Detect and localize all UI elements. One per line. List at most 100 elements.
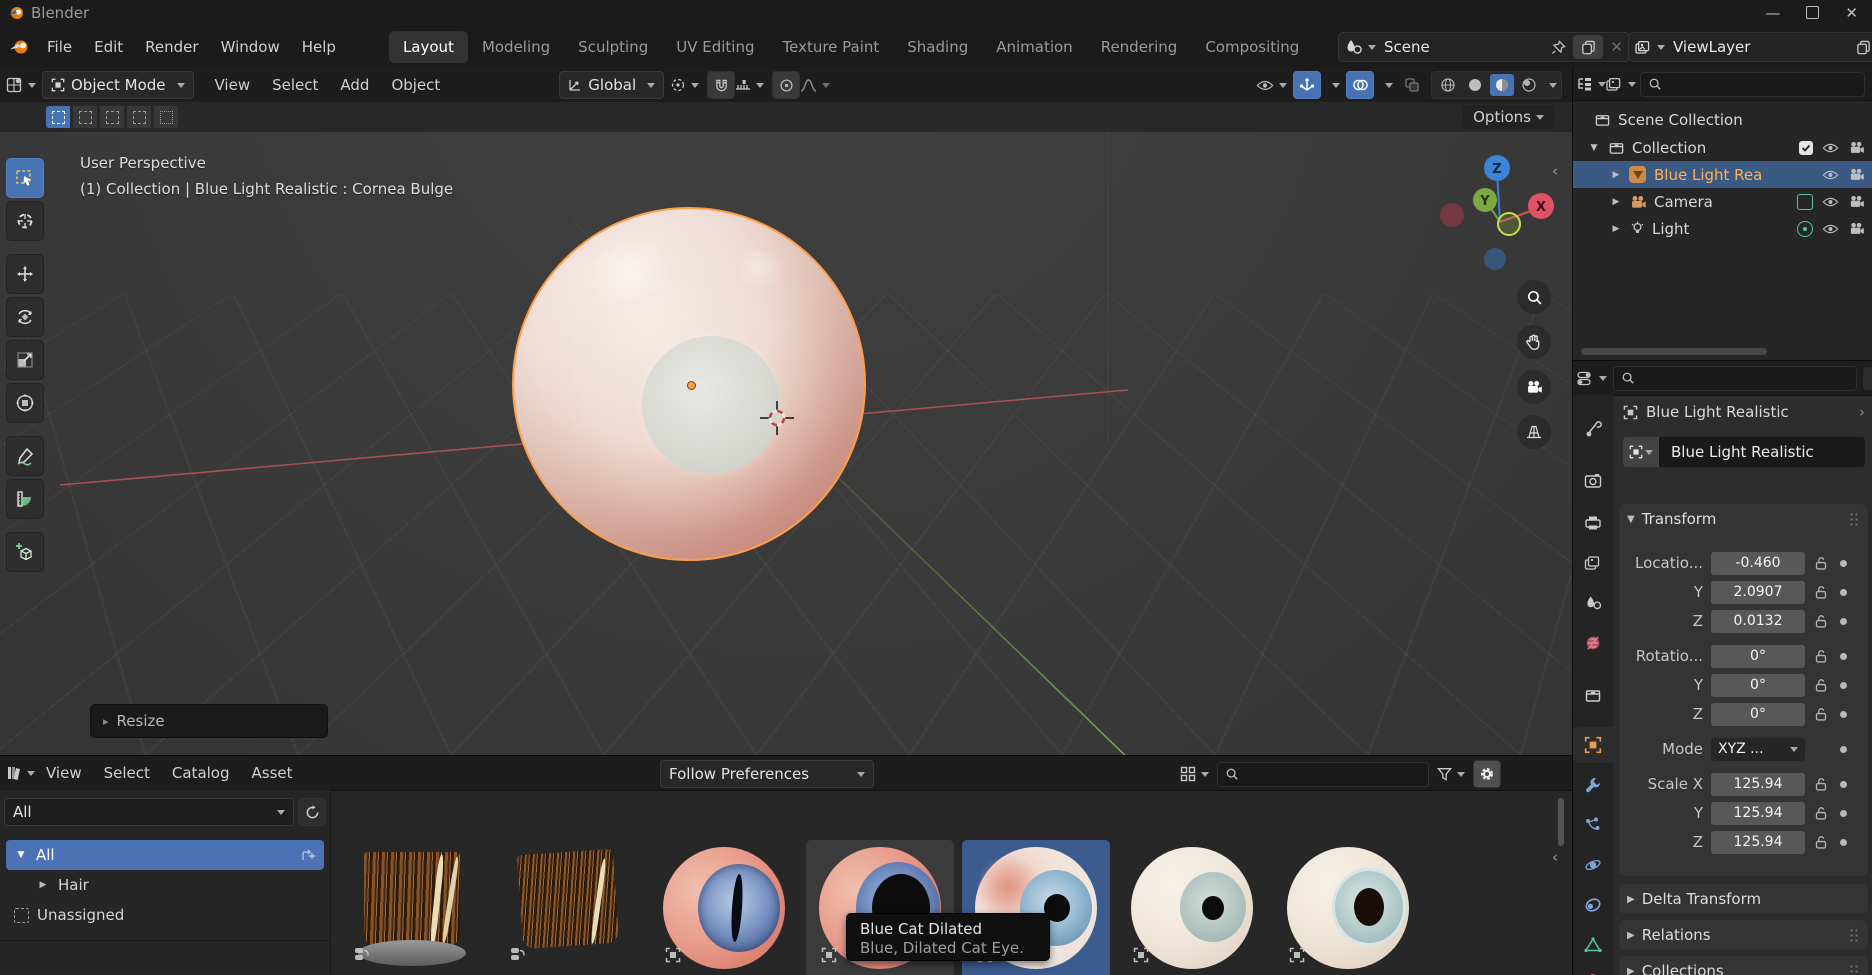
tab-modeling[interactable]: Modeling	[468, 31, 564, 63]
asset-item-blue-light-simple[interactable]: Blue Light Simple	[1118, 840, 1266, 975]
animate-dot[interactable]	[1840, 810, 1847, 817]
animate-dot[interactable]	[1840, 653, 1847, 660]
sidebar-collapse-chevron[interactable]: ‹	[1552, 162, 1558, 180]
asset-search-field[interactable]	[1217, 762, 1429, 787]
rot-x-field[interactable]: 0°	[1711, 645, 1805, 668]
tab-sculpting[interactable]: Sculpting	[564, 31, 662, 63]
outliner-row-camera[interactable]: ▶ Camera	[1573, 188, 1872, 215]
scale-x-field[interactable]: 125.94	[1711, 773, 1805, 796]
proportional-edit-button[interactable]	[772, 71, 800, 99]
tab-collection-props[interactable]	[1573, 677, 1613, 713]
catalog-filter-dropdown[interactable]: All	[4, 798, 294, 826]
properties-search-field[interactable]	[1613, 366, 1857, 391]
tab-compositing[interactable]: Compositing	[1191, 31, 1313, 63]
gizmo-axis-neg-z[interactable]	[1484, 248, 1506, 270]
display-mode-button[interactable]	[1180, 761, 1209, 787]
gizmos-caret[interactable]	[1332, 83, 1340, 88]
gizmo-axis-neg-x[interactable]	[1440, 203, 1464, 227]
panel-grip[interactable]	[1849, 512, 1860, 527]
delta-transform-panel[interactable]: ▶Delta Transform	[1618, 883, 1869, 915]
loc-y-field[interactable]: 2.0907	[1711, 581, 1805, 604]
render-camera-icon[interactable]	[1848, 195, 1865, 208]
editor-type-button[interactable]	[6, 72, 36, 98]
shading-wireframe-button[interactable]	[1436, 74, 1460, 96]
catalog-item-all[interactable]: ▼ All	[6, 840, 324, 870]
transform-orientation-dropdown[interactable]: Global	[559, 71, 664, 99]
asset-menu-select[interactable]: Select	[93, 764, 161, 782]
outliner-search-field[interactable]	[1640, 72, 1865, 97]
select-mode-set-button[interactable]	[46, 106, 70, 128]
animate-dot[interactable]	[1840, 746, 1847, 753]
asset-menu-view[interactable]: View	[35, 764, 93, 782]
library-source-dropdown[interactable]: Follow Preferences	[660, 760, 874, 788]
catalog-hair-expand[interactable]: ▶	[36, 880, 50, 890]
select-mode-intersect-button[interactable]	[154, 106, 178, 128]
viewlayer-icon[interactable]	[1635, 40, 1652, 55]
render-camera-icon[interactable]	[1848, 141, 1865, 154]
tab-rendering[interactable]: Rendering	[1087, 31, 1192, 63]
outliner-row-blue-light-realistic[interactable]: ▶ Blue Light Rea	[1573, 161, 1872, 188]
tab-material[interactable]	[1573, 961, 1613, 975]
falloff-button[interactable]	[800, 72, 830, 98]
shading-rendered-button[interactable]	[1517, 74, 1541, 96]
tool-scale[interactable]	[6, 340, 44, 380]
pan-hand-button[interactable]	[1517, 325, 1551, 359]
tool-move[interactable]	[6, 254, 44, 294]
object-name-field[interactable]: Blue Light Realistic	[1659, 437, 1865, 467]
blender-app-menu-icon[interactable]	[8, 37, 30, 57]
breadcrumb-object-name[interactable]: Blue Light Realistic	[1646, 403, 1789, 421]
menu-file[interactable]: File	[36, 38, 83, 56]
asset-item-blend-hair[interactable]: Blend Hair Curves	[494, 840, 642, 975]
zoom-button[interactable]	[1517, 280, 1551, 314]
rotation-mode-dropdown[interactable]: XYZ ...	[1711, 738, 1805, 761]
viewport-canvas[interactable]: User Perspective (1) Collection | Blue L…	[0, 132, 1572, 755]
select-mode-invert-button[interactable]	[127, 106, 151, 128]
asset-editor-type-button[interactable]	[6, 760, 35, 786]
tab-tool[interactable]	[1573, 411, 1613, 447]
panel-grip[interactable]	[1849, 928, 1860, 943]
light-expand-caret[interactable]: ▶	[1609, 224, 1623, 234]
tool-transform[interactable]	[6, 383, 44, 423]
collections-panel[interactable]: ▶Collections	[1618, 955, 1869, 975]
minimize-button[interactable]: —	[1765, 4, 1780, 22]
operator-panel-resize[interactable]: ▸ Resize	[90, 704, 328, 738]
camera-view-button[interactable]	[1517, 370, 1551, 404]
object-id-button[interactable]	[1623, 437, 1659, 467]
catalog-item-unassigned[interactable]: Unassigned	[6, 900, 324, 930]
animate-dot[interactable]	[1840, 839, 1847, 846]
menu-help[interactable]: Help	[291, 38, 347, 56]
menu-edit[interactable]: Edit	[83, 38, 134, 56]
refresh-library-button[interactable]	[298, 798, 326, 826]
properties-filter-partial[interactable]	[1863, 367, 1872, 390]
hide-eye-icon[interactable]	[1822, 142, 1839, 154]
tab-uv-editing[interactable]: UV Editing	[662, 31, 768, 63]
render-camera-icon[interactable]	[1848, 222, 1865, 235]
scene-browse-caret[interactable]	[1368, 45, 1376, 50]
animate-dot[interactable]	[1840, 711, 1847, 718]
select-mode-subtract-button[interactable]	[100, 106, 124, 128]
hide-eye-icon[interactable]	[1822, 223, 1839, 235]
shading-material-button[interactable]	[1490, 74, 1514, 96]
asset-item-blue-light-stylised[interactable]: Blue Light Stylised	[1274, 840, 1422, 975]
snap-with-button[interactable]	[735, 72, 764, 98]
tab-world[interactable]	[1573, 625, 1613, 661]
tab-physics[interactable]	[1573, 847, 1613, 883]
lock-icon[interactable]	[1814, 707, 1828, 722]
vp-menu-add[interactable]: Add	[329, 76, 380, 94]
navigation-gizmo[interactable]: Y X Z	[1425, 144, 1565, 284]
tab-animation[interactable]: Animation	[982, 31, 1086, 63]
animate-dot[interactable]	[1840, 781, 1847, 788]
rot-y-field[interactable]: 0°	[1711, 674, 1805, 697]
outliner-display-mode-button[interactable]	[1577, 71, 1606, 97]
ortho-toggle-button[interactable]	[1517, 415, 1551, 449]
tool-annotate[interactable]	[6, 436, 44, 476]
lock-icon[interactable]	[1814, 556, 1828, 571]
hide-eye-icon[interactable]	[1822, 196, 1839, 208]
pivot-point-button[interactable]	[670, 72, 699, 98]
lock-icon[interactable]	[1814, 649, 1828, 664]
catalog-all-expand[interactable]: ▼	[14, 850, 28, 860]
lock-icon[interactable]	[1814, 806, 1828, 821]
new-scene-button[interactable]	[1573, 35, 1603, 59]
viewlayer-browse-caret[interactable]	[1657, 45, 1665, 50]
outliner-row-scene-collection[interactable]: Scene Collection	[1573, 106, 1872, 133]
